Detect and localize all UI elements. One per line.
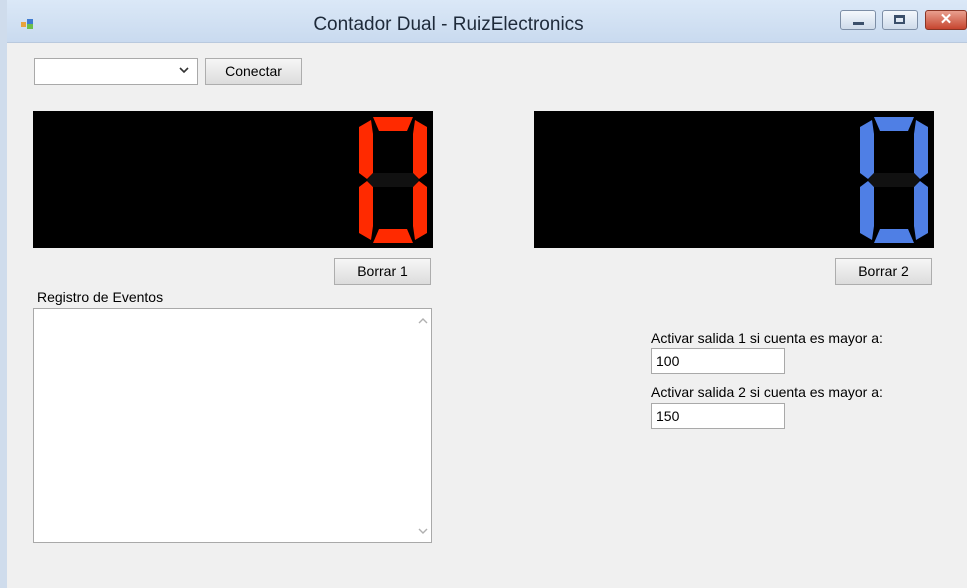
event-log-scrollbar[interactable] [413, 309, 431, 542]
segment-c [914, 181, 928, 240]
segment-b [914, 120, 928, 179]
clear-counter-2-button[interactable]: Borrar 2 [835, 258, 932, 285]
segment-c [413, 181, 427, 240]
event-log-label: Registro de Eventos [37, 289, 164, 305]
counter-2-display [534, 111, 934, 248]
port-select[interactable] [34, 58, 198, 85]
minimize-button[interactable] [840, 10, 876, 30]
segment-e [860, 181, 874, 240]
segment-d [874, 229, 914, 243]
segment-a [874, 117, 914, 131]
segment-f [860, 120, 874, 179]
window-title: Contador Dual - RuizElectronics [313, 14, 584, 35]
scroll-up-icon[interactable] [418, 313, 428, 327]
counter-1-display [33, 111, 433, 248]
clear-counter-1-button[interactable]: Borrar 1 [334, 258, 431, 285]
segment-b [413, 120, 427, 179]
counter-1-digit [359, 117, 427, 243]
segment-e [359, 181, 373, 240]
scroll-down-icon[interactable] [418, 524, 428, 538]
segment-g [868, 173, 920, 187]
close-icon: ✕ [939, 11, 953, 28]
main-window: Contador Dual - RuizElectronics ✕ Conect… [7, 0, 967, 588]
event-log-textarea[interactable] [33, 308, 432, 543]
output-1-threshold-label: Activar salida 1 si cuenta es mayor a: [651, 330, 883, 346]
segment-f [359, 120, 373, 179]
segment-a [373, 117, 413, 131]
segment-g [367, 173, 419, 187]
output-2-threshold-label: Activar salida 2 si cuenta es mayor a: [651, 384, 883, 400]
maximize-icon [894, 15, 905, 24]
output-2-threshold-input[interactable]: 150 [651, 403, 785, 429]
connect-button[interactable]: Conectar [205, 58, 302, 85]
minimize-icon [853, 22, 864, 25]
chevron-down-icon[interactable] [179, 65, 189, 77]
counter-2-digit [860, 117, 928, 243]
close-button[interactable]: ✕ [925, 10, 967, 30]
maximize-button[interactable] [882, 10, 918, 30]
title-bar: Contador Dual - RuizElectronics ✕ [7, 0, 967, 43]
output-1-threshold-input[interactable]: 100 [651, 348, 785, 374]
segment-d [373, 229, 413, 243]
